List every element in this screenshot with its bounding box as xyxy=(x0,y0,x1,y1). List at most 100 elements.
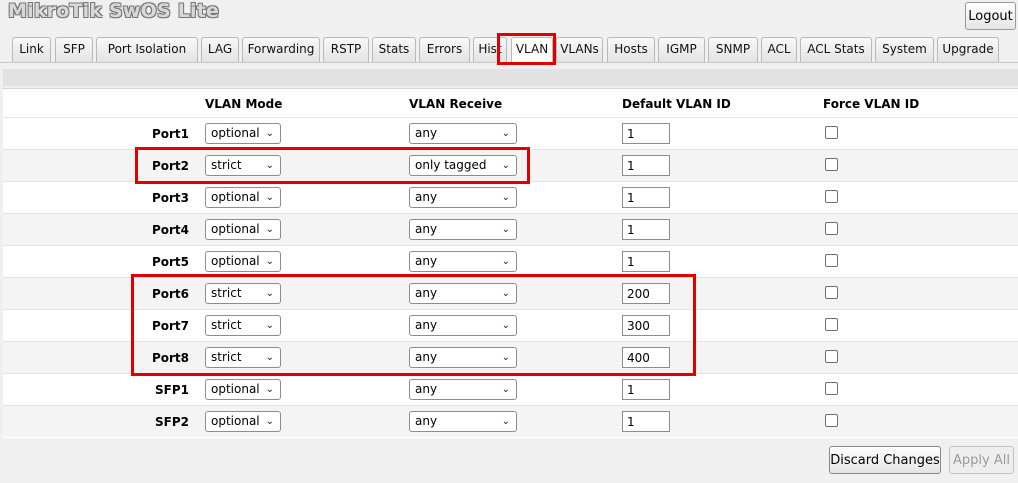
apply-all-button[interactable]: Apply All xyxy=(949,446,1014,474)
force-vlan-id-checkbox[interactable] xyxy=(825,222,838,235)
tab-upgrade[interactable]: Upgrade xyxy=(937,37,999,62)
default-vlan-id-input[interactable] xyxy=(622,155,670,176)
chevron-down-icon: ⌄ xyxy=(265,224,274,235)
chevron-down-icon: ⌄ xyxy=(501,416,510,427)
vlan-mode-select[interactable]: optional ⌄ xyxy=(205,187,281,208)
tab-vlan[interactable]: VLAN xyxy=(511,37,553,62)
vlan-mode-value: strict xyxy=(211,286,242,300)
default-vlan-id-input[interactable] xyxy=(622,123,670,144)
tab-hist[interactable]: Hist xyxy=(473,37,507,62)
vlan-receive-value: any xyxy=(415,254,438,268)
chevron-down-icon: ⌄ xyxy=(501,224,510,235)
force-vlan-id-checkbox[interactable] xyxy=(825,414,838,427)
tab-link[interactable]: Link xyxy=(12,37,51,62)
discard-changes-button[interactable]: Discard Changes xyxy=(829,446,941,474)
default-vlan-id-input[interactable] xyxy=(622,251,670,272)
table-row: Port3 optional ⌄ any ⌄ xyxy=(3,181,1018,213)
chevron-down-icon: ⌄ xyxy=(501,192,510,203)
force-vlan-id-checkbox[interactable] xyxy=(825,286,838,299)
vlan-receive-select[interactable]: any ⌄ xyxy=(409,251,517,272)
vlan-receive-select[interactable]: any ⌄ xyxy=(409,347,517,368)
vlan-mode-value: optional xyxy=(211,190,260,204)
default-vlan-id-input[interactable] xyxy=(622,379,670,400)
default-vlan-id-input[interactable] xyxy=(622,187,670,208)
vlan-mode-value: strict xyxy=(211,318,242,332)
vlan-receive-select[interactable]: any ⌄ xyxy=(409,123,517,144)
vlan-mode-value: strict xyxy=(211,158,242,172)
port-label: Port2 xyxy=(151,159,189,173)
tab-lag[interactable]: LAG xyxy=(201,37,239,62)
vlan-mode-select[interactable]: strict ⌄ xyxy=(205,155,281,176)
tab-rstp[interactable]: RSTP xyxy=(323,37,369,62)
tab-acl-stats[interactable]: ACL Stats xyxy=(800,37,872,62)
tab-port-isolation[interactable]: Port Isolation xyxy=(96,37,198,62)
default-vlan-id-input[interactable] xyxy=(622,347,670,368)
chevron-down-icon: ⌄ xyxy=(265,192,274,203)
tab-igmp[interactable]: IGMP xyxy=(658,37,705,62)
port-label: Port1 xyxy=(151,127,189,141)
tab-acl[interactable]: ACL xyxy=(761,37,797,62)
chevron-down-icon: ⌄ xyxy=(265,352,274,363)
default-vlan-id-input[interactable] xyxy=(622,283,670,304)
vlan-mode-select[interactable]: strict ⌄ xyxy=(205,283,281,304)
port-label: SFP1 xyxy=(155,383,189,397)
tab-errors[interactable]: Errors xyxy=(419,37,470,62)
tab-stats[interactable]: Stats xyxy=(372,37,416,62)
vlan-receive-select[interactable]: any ⌄ xyxy=(409,411,517,432)
table-row: Port6 strict ⌄ any ⌄ xyxy=(3,277,1018,309)
vlan-receive-value: any xyxy=(415,222,438,236)
vlan-receive-select[interactable]: only tagged ⌄ xyxy=(409,155,517,176)
force-vlan-id-checkbox[interactable] xyxy=(825,350,838,363)
vlan-mode-select[interactable]: optional ⌄ xyxy=(205,411,281,432)
force-vlan-id-checkbox[interactable] xyxy=(825,190,838,203)
chevron-down-icon: ⌄ xyxy=(501,352,510,363)
tab-system[interactable]: System xyxy=(875,37,934,62)
chevron-down-icon: ⌄ xyxy=(501,256,510,267)
force-vlan-id-checkbox[interactable] xyxy=(825,158,838,171)
tab-forwarding[interactable]: Forwarding xyxy=(242,37,320,62)
chevron-down-icon: ⌄ xyxy=(501,288,510,299)
force-vlan-id-checkbox[interactable] xyxy=(825,382,838,395)
vlan-mode-value: optional xyxy=(211,382,260,396)
force-vlan-id-checkbox[interactable] xyxy=(825,318,838,331)
chevron-down-icon: ⌄ xyxy=(501,128,510,139)
chevron-down-icon: ⌄ xyxy=(501,384,510,395)
vlan-receive-select[interactable]: any ⌄ xyxy=(409,219,517,240)
vlan-receive-select[interactable]: any ⌄ xyxy=(409,315,517,336)
tab-snmp[interactable]: SNMP xyxy=(708,37,758,62)
table-row: Port1 optional ⌄ any ⌄ xyxy=(3,117,1018,149)
logout-button[interactable]: Logout xyxy=(965,2,1016,30)
port-label: Port4 xyxy=(151,223,189,237)
vlan-receive-value: any xyxy=(415,286,438,300)
vlan-mode-select[interactable]: optional ⌄ xyxy=(205,379,281,400)
vlan-mode-select[interactable]: optional ⌄ xyxy=(205,251,281,272)
table-row: SFP1 optional ⌄ any ⌄ xyxy=(3,373,1018,405)
default-vlan-id-input[interactable] xyxy=(622,411,670,432)
chevron-down-icon: ⌄ xyxy=(501,160,510,171)
vlan-receive-select[interactable]: any ⌄ xyxy=(409,187,517,208)
vlan-mode-select[interactable]: strict ⌄ xyxy=(205,315,281,336)
force-vlan-id-checkbox[interactable] xyxy=(825,254,838,267)
chevron-down-icon: ⌄ xyxy=(265,416,274,427)
port-label: Port8 xyxy=(151,351,189,365)
chevron-down-icon: ⌄ xyxy=(265,256,274,267)
vlan-receive-value: any xyxy=(415,318,438,332)
vlan-mode-select[interactable]: optional ⌄ xyxy=(205,219,281,240)
vlan-receive-select[interactable]: any ⌄ xyxy=(409,379,517,400)
chevron-down-icon: ⌄ xyxy=(501,320,510,331)
default-vlan-id-input[interactable] xyxy=(622,219,670,240)
tab-vlans[interactable]: VLANs xyxy=(556,37,603,62)
default-vlan-id-input[interactable] xyxy=(622,315,670,336)
vlan-receive-select[interactable]: any ⌄ xyxy=(409,283,517,304)
vlan-mode-select[interactable]: strict ⌄ xyxy=(205,347,281,368)
tab-hosts[interactable]: Hosts xyxy=(607,37,655,62)
port-label: Port3 xyxy=(151,191,189,205)
chevron-down-icon: ⌄ xyxy=(265,320,274,331)
header-vlan-receive: VLAN Receive xyxy=(409,97,503,111)
force-vlan-id-checkbox[interactable] xyxy=(825,126,838,139)
tab-bar-divider xyxy=(0,62,1018,63)
header-force-vlan-id: Force VLAN ID xyxy=(823,97,920,111)
tab-sfp[interactable]: SFP xyxy=(55,37,93,62)
vlan-mode-value: strict xyxy=(211,350,242,364)
vlan-mode-select[interactable]: optional ⌄ xyxy=(205,123,281,144)
